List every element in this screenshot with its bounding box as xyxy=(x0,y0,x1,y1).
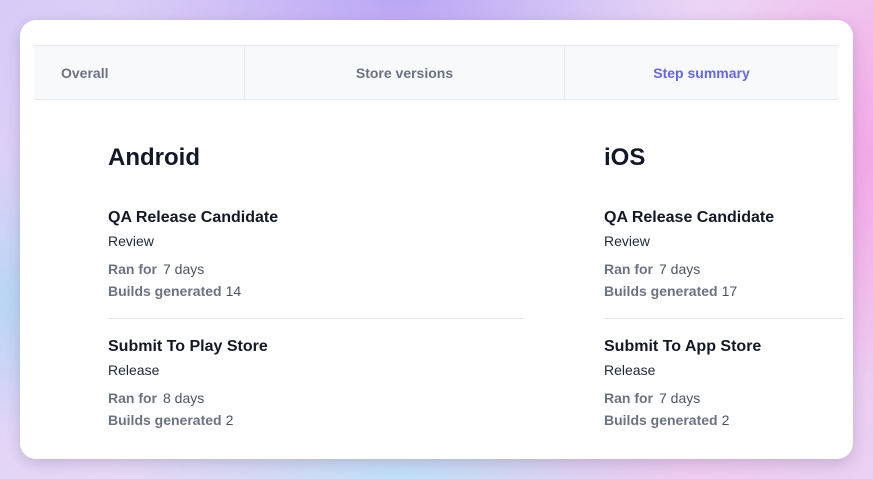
builds-label: Builds generated xyxy=(108,412,222,428)
ran-for-label: Ran for xyxy=(108,390,157,406)
builds-row: Builds generated 2 xyxy=(604,409,844,431)
step-subtitle: Review xyxy=(604,233,650,249)
step-title: QA Release Candidate xyxy=(108,209,279,226)
step-item: QA Release Candidate Review Ran for 7 day… xyxy=(108,208,524,302)
ran-for-label: Ran for xyxy=(604,261,653,277)
divider xyxy=(108,318,524,319)
ran-for-value: 8 days xyxy=(163,390,205,406)
ran-for-row: Ran for 7 days xyxy=(604,387,844,409)
ran-for-row: Ran for 7 days xyxy=(604,258,844,280)
ran-for-row: Ran for 7 days xyxy=(108,258,524,280)
ran-for-value: 7 days xyxy=(659,261,701,277)
step-subtitle: Review xyxy=(108,233,154,249)
builds-row: Builds generated 2 xyxy=(108,409,524,431)
summary-card: Overall Store versions Step summary Andr… xyxy=(20,20,853,459)
step-item: QA Release Candidate Review Ran for 7 day… xyxy=(604,208,844,302)
builds-value: 2 xyxy=(721,412,730,428)
builds-row: Builds generated 17 xyxy=(604,280,844,302)
tab-overall[interactable]: Overall xyxy=(34,46,245,99)
step-meta: Ran for 7 days Builds generated 2 xyxy=(604,387,844,431)
step-meta: Ran for 7 days Builds generated 14 xyxy=(108,258,524,302)
builds-value: 17 xyxy=(721,283,738,299)
builds-row: Builds generated 14 xyxy=(108,280,524,302)
builds-label: Builds generated xyxy=(108,283,222,299)
ran-for-value: 7 days xyxy=(659,390,701,406)
step-item: Submit To Play Store Release Ran for 8 da… xyxy=(108,337,524,431)
step-item: Submit To App Store Release Ran for 7 day… xyxy=(604,337,844,431)
platform-title: iOS xyxy=(604,144,646,171)
step-title: Submit To App Store xyxy=(604,338,762,355)
ran-for-label: Ran for xyxy=(604,390,653,406)
step-meta: Ran for 7 days Builds generated 17 xyxy=(604,258,844,302)
android-column: Android QA Release Candidate Review Ran … xyxy=(108,142,524,431)
builds-value: 2 xyxy=(225,412,234,428)
tab-store-versions[interactable]: Store versions xyxy=(245,46,565,99)
tab-bar: Overall Store versions Step summary xyxy=(34,45,838,100)
builds-value: 14 xyxy=(225,283,242,299)
step-subtitle: Release xyxy=(604,362,656,378)
ran-for-label: Ran for xyxy=(108,261,157,277)
step-meta: Ran for 8 days Builds generated 2 xyxy=(108,387,524,431)
tab-step-summary[interactable]: Step summary xyxy=(565,46,838,99)
ran-for-value: 7 days xyxy=(163,261,205,277)
step-title: Submit To Play Store xyxy=(108,338,268,355)
platform-title: Android xyxy=(108,144,200,171)
builds-label: Builds generated xyxy=(604,412,718,428)
builds-label: Builds generated xyxy=(604,283,718,299)
ios-column: iOS QA Release Candidate Review Ran for 7… xyxy=(604,142,844,431)
step-subtitle: Release xyxy=(108,362,160,378)
divider xyxy=(604,318,844,319)
step-title: QA Release Candidate xyxy=(604,209,775,226)
ran-for-row: Ran for 8 days xyxy=(108,387,524,409)
